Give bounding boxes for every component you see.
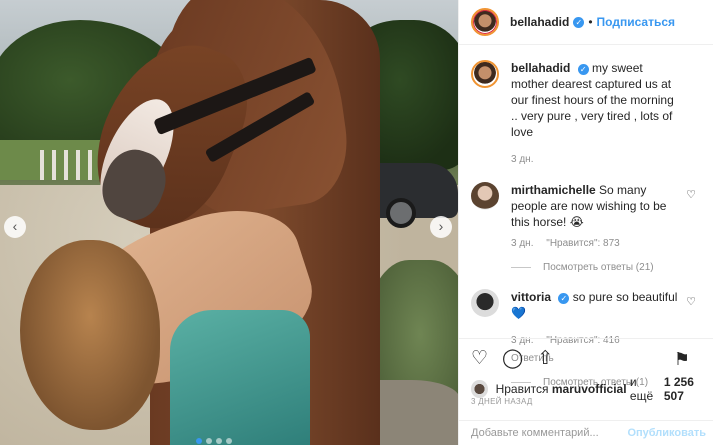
separator: • bbox=[588, 15, 593, 29]
post-date[interactable]: 3 ДНЕЙ НАЗАД bbox=[471, 397, 533, 406]
likes-middle: и ещё bbox=[629, 375, 654, 403]
carousel-dot bbox=[196, 438, 202, 444]
caption-body: bellahadid ✓ my sweet mother dearest cap… bbox=[511, 60, 681, 168]
avatar[interactable] bbox=[471, 60, 499, 88]
likes-count[interactable]: 1 256 507 bbox=[664, 375, 713, 403]
carousel-dot bbox=[216, 438, 222, 444]
header-username[interactable]: bellahadid bbox=[510, 15, 569, 29]
verified-icon: ✓ bbox=[558, 293, 570, 304]
woman-top bbox=[170, 310, 310, 445]
action-bar: ♡ ◯ ⇧ ⚑ bbox=[459, 338, 713, 378]
woman-hair bbox=[20, 240, 160, 430]
post-photo[interactable]: ‹ › bbox=[0, 0, 458, 445]
add-comment-bar: Опубликовать bbox=[459, 420, 713, 445]
timestamp[interactable]: 3 дн. bbox=[511, 238, 533, 249]
follow-button[interactable]: Подписаться bbox=[597, 15, 675, 29]
verified-icon: ✓ bbox=[577, 64, 589, 75]
avatar[interactable] bbox=[471, 182, 499, 210]
next-slide-icon[interactable]: › bbox=[430, 216, 452, 238]
caption-time: 3 дн. bbox=[511, 152, 681, 168]
avatar[interactable] bbox=[471, 380, 488, 398]
publish-button[interactable]: Опубликовать bbox=[627, 427, 706, 439]
comment-username[interactable]: mirthamichelle bbox=[511, 183, 596, 197]
post-panel: bellahadid ✓ • Подписаться bellahadid ✓ … bbox=[458, 0, 713, 445]
timestamp[interactable]: 3 дн. bbox=[511, 154, 533, 165]
avatar[interactable] bbox=[471, 289, 499, 317]
comment-username[interactable]: vittoria bbox=[511, 290, 551, 304]
likes-prefix: Нравится bbox=[495, 382, 549, 396]
heart-icon[interactable]: ♡ bbox=[471, 349, 488, 368]
view-replies-label: Посмотреть ответы (21) bbox=[543, 262, 654, 273]
post-header: bellahadid ✓ • Подписаться bbox=[459, 0, 713, 45]
share-icon[interactable]: ⇧ bbox=[537, 349, 553, 368]
caption-username[interactable]: bellahadid bbox=[511, 61, 570, 75]
view-replies-button[interactable]: Посмотреть ответы (21) bbox=[511, 262, 713, 273]
like-comment-heart-icon[interactable]: ♡ bbox=[686, 188, 696, 201]
verified-icon: ✓ bbox=[573, 16, 585, 28]
comment-item: mirthamichelle So many people are now wi… bbox=[459, 182, 713, 252]
carousel-dot bbox=[226, 438, 232, 444]
likes-user[interactable]: maruvofficial bbox=[552, 382, 627, 396]
bookmark-icon[interactable]: ⚑ bbox=[674, 350, 690, 368]
caption: bellahadid ✓ my sweet mother dearest cap… bbox=[459, 60, 713, 168]
avatar[interactable] bbox=[471, 8, 499, 36]
carousel-dot bbox=[206, 438, 212, 444]
comment-icon[interactable]: ◯ bbox=[502, 349, 523, 368]
likes-count[interactable]: "Нравится": 873 bbox=[546, 238, 619, 249]
like-comment-heart-icon[interactable]: ♡ bbox=[686, 295, 696, 308]
carousel-dots bbox=[196, 438, 232, 444]
comment-body: mirthamichelle So many people are now wi… bbox=[511, 182, 681, 252]
comment-meta: 3 дн. "Нравится": 873 bbox=[511, 236, 681, 252]
prev-slide-icon[interactable]: ‹ bbox=[4, 216, 26, 238]
comment-input[interactable] bbox=[471, 427, 628, 439]
